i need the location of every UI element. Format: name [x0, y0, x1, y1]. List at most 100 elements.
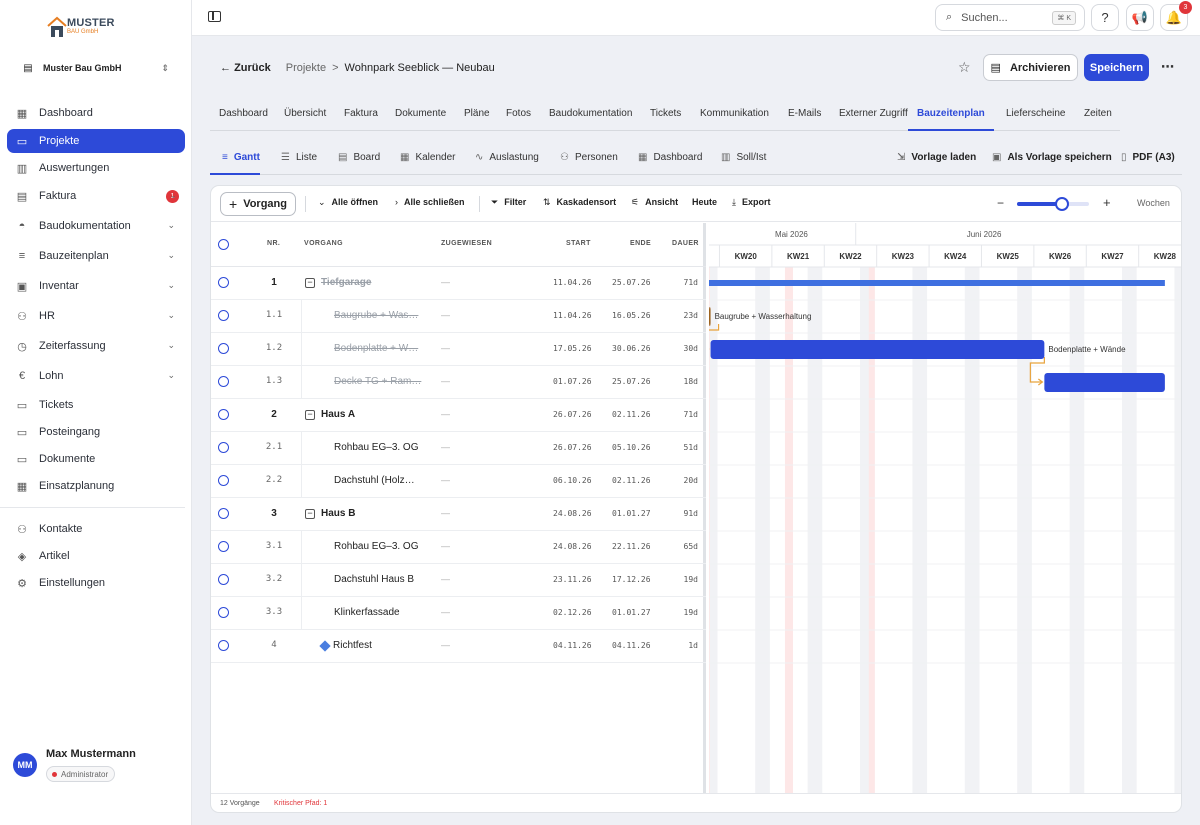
row-checkbox[interactable] [218, 508, 229, 519]
col-ende[interactable]: ENDE [630, 240, 651, 247]
gantt-timeline[interactable]: Mai 2026Juni 2026KW19KW20KW21KW22KW23KW2… [709, 223, 1182, 793]
sidebar-item-artikel[interactable]: ◈ Artikel [7, 544, 185, 568]
row-checkbox[interactable] [218, 574, 229, 585]
tab-lieferscheine[interactable]: Lieferscheine [1006, 100, 1065, 131]
tab-übersicht[interactable]: Übersicht [284, 100, 326, 131]
brand-logo[interactable]: MUSTER BAU GmbH [47, 14, 137, 40]
sidebar-item-einstellungen[interactable]: ⚙ Einstellungen [7, 571, 185, 595]
sidebar-item-dashboard[interactable]: ▦ Dashboard [7, 101, 185, 125]
row-checkbox[interactable] [218, 640, 229, 651]
archive-button[interactable]: ▤ Archivieren [983, 54, 1078, 81]
dependency-link[interactable] [1029, 357, 1045, 383]
task-assignee[interactable]: — [441, 277, 450, 287]
task-name[interactable]: Klinkerfassade [334, 607, 400, 618]
task-name[interactable]: Rohbau EG–3. OG [334, 541, 419, 552]
subtab-kalender[interactable]: ▦ Kalender [400, 144, 455, 175]
sidebar-toggle-icon[interactable] [208, 11, 221, 22]
task-name[interactable]: Decke TG + Ram… [334, 376, 421, 387]
chevron-down-icon[interactable]: ⌄ [167, 220, 175, 231]
row-checkbox[interactable] [218, 409, 229, 420]
col-nr[interactable]: NR. [267, 240, 280, 247]
col-vorgang[interactable]: VORGANG [304, 240, 343, 247]
tab-dashboard[interactable]: Dashboard [219, 100, 268, 131]
subtab-gantt[interactable]: ≡ Gantt [210, 144, 260, 175]
save-button[interactable]: Speichern [1084, 54, 1149, 81]
sidebar-item-inventar[interactable]: ▣ Inventar ⌄ [7, 274, 185, 298]
zoom-thumb[interactable] [1054, 197, 1069, 211]
table-row[interactable]: 3 − Haus B — 24.08.26 01.01.27 91d [211, 498, 706, 531]
row-checkbox[interactable] [218, 343, 229, 354]
row-checkbox[interactable] [218, 277, 229, 288]
subtab-liste[interactable]: ☰ Liste [281, 144, 317, 175]
action-pdf-a3-[interactable]: ▯ PDF (A3) [1121, 144, 1175, 175]
toolbar-alle-öffnen[interactable]: ⌄ Alle öffnen [318, 197, 378, 208]
tab-e-mails[interactable]: E-Mails [788, 100, 821, 131]
task-name[interactable]: Dachstuhl Haus B [334, 574, 414, 585]
tab-dokumente[interactable]: Dokumente [395, 100, 446, 131]
search-input[interactable]: ⌕ Suchen... ⌘ K [935, 4, 1085, 31]
table-row[interactable]: 2.1 Rohbau EG–3. OG — 26.07.26 05.10.26 51d [211, 432, 706, 465]
task-assignee[interactable]: — [441, 343, 450, 353]
task-bar[interactable] [1044, 373, 1165, 392]
announcements-button[interactable]: 📢 [1126, 4, 1154, 31]
sidebar-item-dokumente[interactable]: ▭ Dokumente [7, 447, 185, 471]
task-name[interactable]: Haus A [321, 409, 355, 420]
subtab-dashboard[interactable]: ▦ Dashboard [638, 144, 702, 175]
zoom-slider[interactable]: − + [997, 195, 1121, 211]
row-checkbox[interactable] [218, 607, 229, 618]
toolbar-export[interactable]: ⤓ Export [732, 197, 771, 208]
sidebar-item-kontakte[interactable]: ⚇ Kontakte [7, 517, 185, 541]
row-checkbox[interactable] [218, 442, 229, 453]
subtab-soll-ist[interactable]: ▥ Soll/Ist [721, 144, 766, 175]
user-profile[interactable]: MM Max Mustermann Administrator [13, 748, 183, 784]
collapse-toggle-icon[interactable]: − [305, 509, 315, 519]
tab-fotos[interactable]: Fotos [506, 100, 531, 131]
star-icon[interactable]: ☆ [958, 59, 971, 76]
task-assignee[interactable]: — [441, 640, 450, 650]
sidebar-item-bauzeitenplan[interactable]: ≡ Bauzeitenplan ⌄ [7, 244, 185, 268]
sidebar-item-einsatzplanung[interactable]: ▦ Einsatzplanung [7, 474, 185, 498]
tab-baudokumentation[interactable]: Baudokumentation [549, 100, 632, 131]
row-checkbox[interactable] [218, 475, 229, 486]
chevron-down-icon[interactable]: ⌄ [167, 280, 175, 291]
task-name[interactable]: Bodenplatte + W… [334, 343, 418, 354]
task-name[interactable]: Rohbau EG–3. OG [334, 442, 419, 453]
collapse-toggle-icon[interactable]: − [305, 278, 315, 288]
task-assignee[interactable]: — [441, 508, 450, 518]
task-assignee[interactable]: — [441, 409, 450, 419]
table-row[interactable]: 4 Richtfest — 04.11.26 04.11.26 1d [211, 630, 706, 663]
action-vorlage-laden[interactable]: ⇲ Vorlage laden [897, 144, 976, 175]
subtab-board[interactable]: ▤ Board [338, 144, 380, 175]
task-bar[interactable] [710, 340, 1045, 359]
company-switcher[interactable]: ▤ Muster Bau GmbH ⇕ [14, 56, 178, 80]
table-row[interactable]: 3.2 Dachstuhl Haus B — 23.11.26 17.12.26 19d [211, 564, 706, 597]
subtab-personen[interactable]: ⚇ Personen [560, 144, 618, 175]
select-all-checkbox[interactable] [218, 239, 229, 250]
chevron-down-icon[interactable]: ⌄ [169, 190, 177, 201]
sidebar-item-baudokumentation[interactable]: ◓ Baudokumentation ⌄ [7, 214, 185, 238]
sidebar-item-hr[interactable]: ⚇ HR ⌄ [7, 304, 185, 328]
toolbar-filter[interactable]: ⏷ Filter [491, 197, 526, 208]
row-checkbox[interactable] [218, 541, 229, 552]
tab-kommunikation[interactable]: Kommunikation [700, 100, 769, 131]
tab-faktura[interactable]: Faktura [344, 100, 378, 131]
table-row[interactable]: 3.3 Klinkerfassade — 02.12.26 01.01.27 19d [211, 597, 706, 630]
col-dauer[interactable]: DAUER [672, 240, 699, 247]
table-row[interactable]: 3.1 Rohbau EG–3. OG — 24.08.26 22.11.26 65d [211, 531, 706, 564]
zoom-in-icon[interactable]: + [1103, 195, 1111, 210]
back-button[interactable]: ← Zurück [220, 62, 271, 74]
zoom-out-icon[interactable]: − [997, 196, 1004, 210]
sidebar-item-tickets[interactable]: ▭ Tickets [7, 393, 185, 417]
sidebar-item-zeiterfassung[interactable]: ◷ Zeiterfassung ⌄ [7, 334, 185, 358]
summary-bar[interactable] [709, 280, 1165, 286]
tab-externer-zugriff[interactable]: Externer Zugriff [839, 100, 908, 131]
table-row[interactable]: 1 − Tiefgarage — 11.04.26 25.07.26 71d [211, 267, 706, 300]
chevron-down-icon[interactable]: ⌄ [167, 340, 175, 351]
sidebar-item-auswertungen[interactable]: ▥ Auswertungen [7, 156, 185, 180]
time-scale-select[interactable]: Wochen [1137, 198, 1170, 208]
task-name[interactable]: Haus B [321, 508, 355, 519]
help-button[interactable]: ? [1091, 4, 1119, 31]
tab-tickets[interactable]: Tickets [650, 100, 681, 131]
toolbar-ansicht[interactable]: ⚟ Ansicht [631, 197, 678, 208]
sidebar-item-posteingang[interactable]: ▭ Posteingang [7, 420, 185, 444]
